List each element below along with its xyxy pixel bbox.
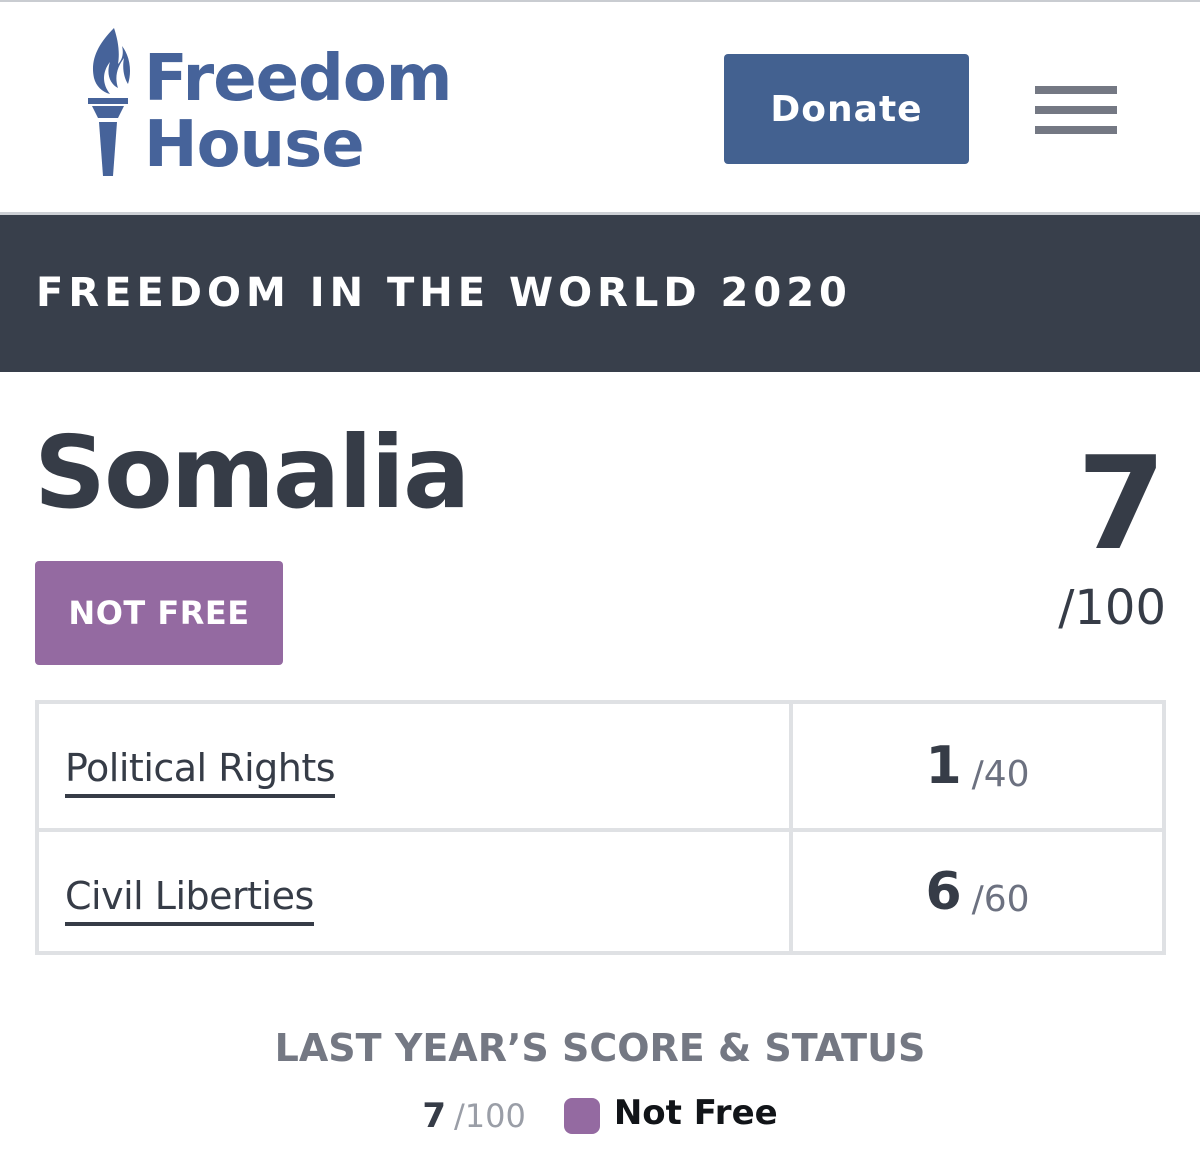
score-row-civil-liberties: Civil Liberties 6 /60 [39,828,1162,951]
last-year-title: LAST YEAR’S SCORE & STATUS [274,1026,926,1070]
last-year-score-max: /100 [453,1097,526,1135]
menu-bar [1035,86,1117,94]
political-rights-max: /40 [971,753,1030,795]
torch-icon [88,28,130,176]
score-cell: 6 /60 [789,832,1162,951]
banner-title: FREEDOM IN THE WORLD 2020 [36,270,852,316]
score-cell: 1 /40 [789,704,1162,828]
freedom-house-logo[interactable]: Freedom House [84,26,452,182]
logo-line-2: House [144,108,365,182]
report-banner: FREEDOM IN THE WORLD 2020 [0,215,1200,372]
hamburger-menu-icon[interactable] [1035,86,1117,134]
last-year-summary: 7 /100 Not Free [0,1088,1200,1138]
menu-bar [1035,106,1117,114]
menu-bar [1035,126,1117,134]
country-name: Somalia [34,414,470,531]
total-score: 7 [1076,430,1166,579]
status-badge: NOT FREE [35,561,283,665]
status-dot-icon [563,1098,600,1134]
site-header: Freedom House Donate [0,2,1200,214]
donate-button[interactable]: Donate [724,54,969,164]
civil-liberties-score: 6 [925,861,962,922]
political-rights-score: 1 [925,736,962,796]
civil-liberties-link[interactable]: Civil Liberties [65,870,314,926]
last-year-status: Not Free [613,1093,778,1133]
score-table: Political Rights 1 /40 Civil Liberties 6… [35,700,1166,955]
last-year-score: 7 [422,1096,446,1136]
logo-wordmark: Freedom House [144,42,452,182]
total-score-max: /100 [1058,580,1166,636]
political-rights-link[interactable]: Political Rights [65,742,336,798]
logo-line-1: Freedom [144,42,452,116]
score-row-political-rights: Political Rights 1 /40 [39,704,1162,828]
civil-liberties-max: /60 [971,879,1030,920]
